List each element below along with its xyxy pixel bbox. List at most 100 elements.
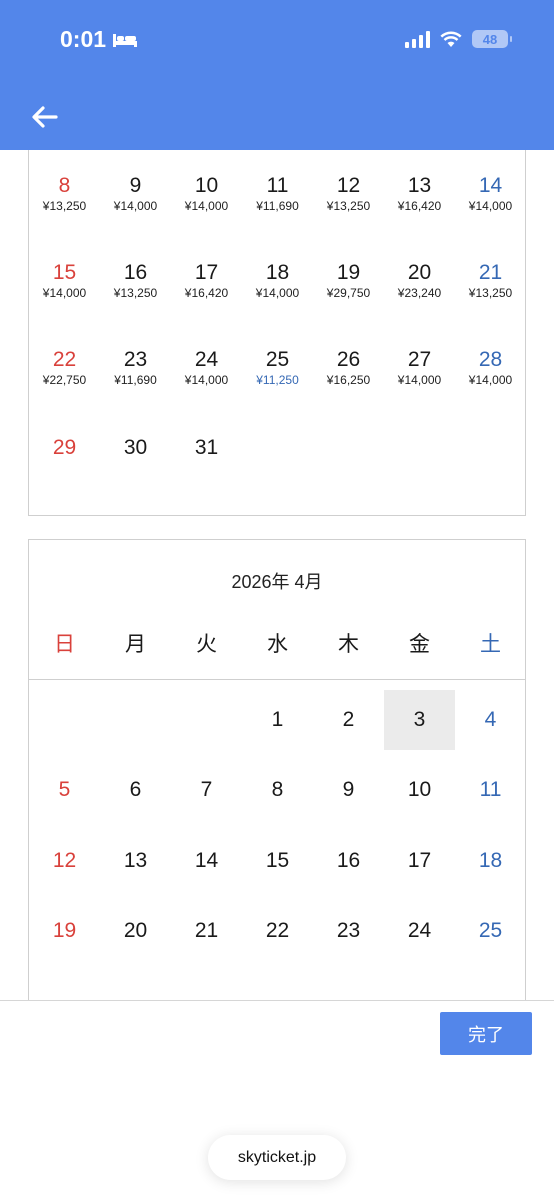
day-cell[interactable]: 22 — [242, 901, 313, 961]
day-number: 27 — [407, 348, 432, 371]
calendar-month-march: 8 ¥13,250 9 ¥14,000 10 ¥14,000 11 ¥11,690 12 ¥13,… — [28, 150, 526, 516]
back-arrow-icon[interactable] — [28, 100, 62, 134]
day-price: ¥22,750 — [42, 373, 87, 387]
day-cell[interactable]: 20 ¥23,240 — [384, 261, 455, 300]
day-price: ¥23,240 — [397, 286, 442, 300]
day-cell[interactable]: 15 ¥14,000 — [29, 261, 100, 300]
day-cell[interactable]: 12 — [29, 831, 100, 891]
day-number: 22 — [52, 348, 77, 371]
day-cell[interactable]: 28 ¥14,000 — [455, 348, 526, 387]
day-number: 29 — [52, 436, 77, 459]
day-cell[interactable]: 10 — [384, 760, 455, 820]
day-cell[interactable]: 23 ¥11,690 — [100, 348, 171, 387]
day-number: 26 — [336, 348, 361, 371]
selected-day-cell[interactable]: 3 — [384, 690, 455, 750]
day-cell[interactable]: 19 — [29, 901, 100, 961]
day-cell[interactable]: 9 — [313, 760, 384, 820]
day-cell[interactable]: 1 — [242, 690, 313, 750]
day-cell[interactable]: 17 ¥16,420 — [171, 261, 242, 300]
day-price: ¥14,000 — [255, 286, 300, 300]
day-cell[interactable]: 8 ¥13,250 — [29, 174, 100, 213]
day-number: 5 — [58, 778, 71, 801]
calendar-scroll-area[interactable]: 8 ¥13,250 9 ¥14,000 10 ¥14,000 11 ¥11,690 12 ¥13,… — [0, 150, 554, 1000]
footer-divider — [0, 1000, 554, 1001]
day-cell[interactable]: 14 ¥14,000 — [455, 174, 526, 213]
wifi-icon — [440, 31, 462, 47]
day-cell[interactable]: 18 — [455, 831, 526, 891]
day-cell[interactable]: 12 ¥13,250 — [313, 174, 384, 213]
day-cell[interactable]: 27 ¥14,000 — [384, 348, 455, 387]
day-cell[interactable]: 31 — [171, 436, 242, 460]
day-number: 6 — [129, 778, 142, 801]
day-number: 21 — [194, 919, 219, 942]
day-cell[interactable]: 16 ¥13,250 — [100, 261, 171, 300]
day-number: 16 — [336, 849, 361, 872]
day-number: 12 — [336, 174, 361, 197]
weekday-header: 日月火水木金土 — [29, 628, 525, 660]
day-number: 4 — [484, 708, 497, 731]
day-cell[interactable]: 22 ¥22,750 — [29, 348, 100, 387]
day-number: 11 — [266, 174, 289, 197]
weekday-label: 木 — [338, 633, 359, 656]
day-cell[interactable]: 4 — [455, 690, 526, 750]
day-number: 15 — [265, 849, 290, 872]
day-cell[interactable]: 11 — [455, 760, 526, 820]
day-cell[interactable]: 18 ¥14,000 — [242, 261, 313, 300]
day-number: 24 — [407, 919, 432, 942]
day-price: ¥14,000 — [184, 373, 229, 387]
day-cell[interactable]: 25 ¥11,250 — [242, 348, 313, 387]
day-number: 1 — [271, 708, 284, 731]
day-cell[interactable]: 13 — [100, 831, 171, 891]
day-number: 24 — [194, 348, 219, 371]
day-number: 21 — [478, 261, 503, 284]
day-cell[interactable]: 10 ¥14,000 — [171, 174, 242, 213]
day-cell[interactable]: 26 ¥16,250 — [313, 348, 384, 387]
day-cell[interactable]: 21 — [171, 901, 242, 961]
day-number: 12 — [52, 849, 77, 872]
done-button[interactable]: 完了 — [440, 1012, 532, 1055]
day-price: ¥16,250 — [326, 373, 371, 387]
day-cell[interactable]: 13 ¥16,420 — [384, 174, 455, 213]
day-cell[interactable]: 20 — [100, 901, 171, 961]
status-indicators: 48 — [405, 30, 512, 48]
day-cell[interactable]: 9 ¥14,000 — [100, 174, 171, 213]
day-cell[interactable]: 8 — [242, 760, 313, 820]
battery-icon: 48 — [472, 30, 512, 48]
day-price: ¥11,690 — [256, 199, 299, 213]
day-cell[interactable]: 30 — [100, 436, 171, 460]
day-number: 11 — [479, 778, 502, 801]
day-cell[interactable]: 23 — [313, 901, 384, 961]
day-cell[interactable]: 24 — [384, 901, 455, 961]
day-price: ¥14,000 — [468, 373, 513, 387]
weekday-label: 火 — [196, 633, 217, 656]
day-number: 14 — [194, 849, 219, 872]
day-cell[interactable]: 11 ¥11,690 — [242, 174, 313, 213]
day-cell[interactable]: 19 ¥29,750 — [313, 261, 384, 300]
day-cell[interactable]: 5 — [29, 760, 100, 820]
day-cell[interactable]: 25 — [455, 901, 526, 961]
day-cell[interactable]: 15 — [242, 831, 313, 891]
day-cell[interactable]: 24 ¥14,000 — [171, 348, 242, 387]
weekday-label: 土 — [480, 633, 501, 656]
day-number: 18 — [265, 261, 290, 284]
day-cell[interactable]: 14 — [171, 831, 242, 891]
url-bar[interactable]: skyticket.jp — [208, 1135, 346, 1180]
day-number: 10 — [194, 174, 219, 197]
day-cell[interactable]: 6 — [100, 760, 171, 820]
day-number: 28 — [478, 348, 503, 371]
day-number: 25 — [478, 919, 503, 942]
day-number: 9 — [342, 778, 355, 801]
day-cell[interactable]: 21 ¥13,250 — [455, 261, 526, 300]
day-price: ¥13,250 — [326, 199, 371, 213]
day-price: ¥14,000 — [42, 286, 87, 300]
day-price: ¥13,250 — [468, 286, 513, 300]
day-price: ¥14,000 — [184, 199, 229, 213]
day-cell[interactable]: 17 — [384, 831, 455, 891]
day-number: 22 — [265, 919, 290, 942]
day-cell[interactable]: 2 — [313, 690, 384, 750]
day-cell[interactable]: 29 — [29, 436, 100, 460]
day-cell[interactable]: 7 — [171, 760, 242, 820]
clock-text: 0:01 — [60, 26, 107, 52]
calendar-month-april: 2026年 4月 日月火水木金土 1 2 3 4 5 6 7 8 9 10 11 12 13 14 15 16… — [28, 539, 526, 1000]
day-cell[interactable]: 16 — [313, 831, 384, 891]
